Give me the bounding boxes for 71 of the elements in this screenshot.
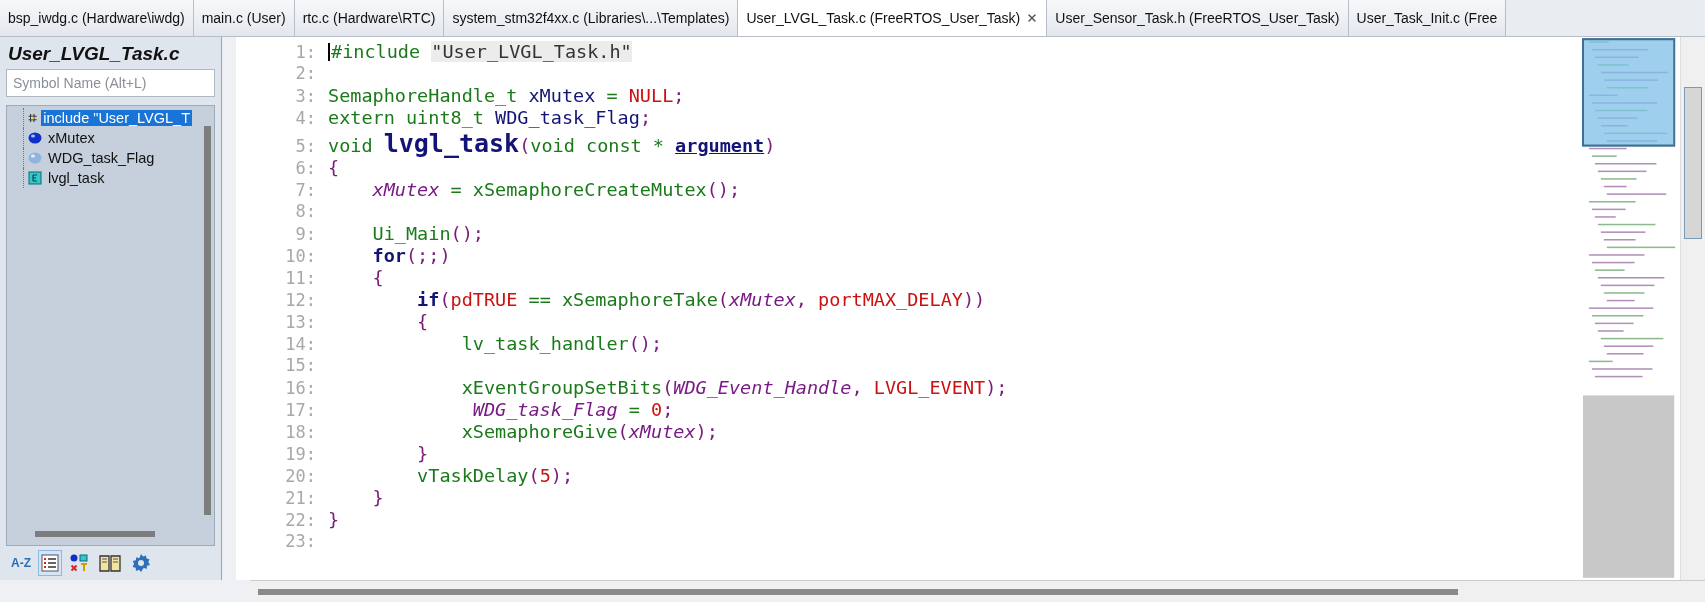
- line-number: 10:: [284, 246, 317, 266]
- line-number: 16:: [284, 378, 317, 398]
- code-line: xMutex = xSemaphoreCreateMutex();: [371, 179, 741, 200]
- line-number: 7:: [294, 180, 317, 200]
- sort-button[interactable]: A-Z: [8, 550, 34, 576]
- scrollbar-thumb[interactable]: [35, 531, 155, 537]
- line-number: 22:: [284, 510, 317, 530]
- tree-item[interactable]: include "User_LVGL_T: [41, 110, 192, 126]
- line-number: 18:: [284, 422, 317, 442]
- code-line: }: [328, 509, 340, 530]
- code-line: WDG_task_Flag = 0;: [471, 399, 674, 420]
- code-line: xSemaphoreGive(xMutex);: [460, 421, 718, 442]
- code-line: if(pdTRUE == xSemaphoreTake(xMutex, portMAX_DELAY)): [416, 289, 986, 310]
- line-number: 15:: [284, 355, 317, 375]
- panel-title: User_LVGL_Task.c: [7, 42, 181, 66]
- file-tab[interactable]: User_LVGL_Task.c (FreeRTOS_User_Task): [738, 0, 1048, 36]
- code-editor[interactable]: [236, 37, 1705, 580]
- tree-item[interactable]: WDG_task_Flag: [46, 150, 157, 166]
- toolbar-button[interactable]: [38, 550, 62, 576]
- line-number: 14:: [284, 334, 317, 354]
- line-number: 12:: [284, 290, 317, 310]
- line-number: 20:: [284, 466, 317, 486]
- code-line: Ui_Main();: [371, 223, 484, 244]
- scrollbar-thumb[interactable]: [204, 126, 211, 515]
- code-line: #include "User_LVGL_Task.h": [328, 41, 632, 62]
- code-line: {: [371, 267, 384, 288]
- settings-icon: [131, 553, 151, 573]
- file-tab[interactable]: system_stm32f4xx.c (Libraries\...\Templates): [444, 0, 739, 36]
- line-number: 19:: [284, 444, 317, 464]
- close-icon[interactable]: [1026, 12, 1039, 24]
- line-number: 5:: [294, 136, 317, 156]
- line-number: 13:: [284, 312, 317, 332]
- function-icon: [28, 171, 42, 185]
- code-line: {: [328, 157, 340, 178]
- line-number: 17:: [284, 400, 317, 420]
- tree-item[interactable]: xMutex: [46, 130, 97, 146]
- code-line: }: [416, 443, 429, 464]
- hash-icon: [28, 111, 38, 125]
- sphere-icon: [28, 151, 42, 165]
- line-number: 9:: [294, 224, 317, 244]
- line-number: 3:: [294, 86, 317, 106]
- code-line: }: [371, 487, 384, 508]
- line-number: 2:: [294, 63, 317, 83]
- line-number: 6:: [294, 158, 317, 178]
- variable-sphere-icon: [28, 131, 42, 145]
- code-line: lv_task_handler();: [460, 333, 663, 354]
- file-tab[interactable]: User_Task_Init.c (Free: [1348, 0, 1507, 36]
- file-tab[interactable]: User_Sensor_Task.h (FreeRTOS_User_Task): [1047, 0, 1349, 36]
- list-icon: [41, 554, 59, 572]
- code-line: for(;;): [371, 245, 451, 266]
- line-number: 21:: [284, 488, 317, 508]
- file-tab[interactable]: main.c (User): [193, 0, 295, 36]
- code-line: extern uint8_t WDG_task_Flag;: [328, 107, 651, 128]
- file-tab[interactable]: rtc.c (Hardware\RTC): [294, 0, 445, 36]
- scrollbar-thumb[interactable]: [1684, 87, 1702, 239]
- line-number: 11:: [284, 268, 317, 288]
- book-icon: [99, 554, 121, 572]
- search-field[interactable]: Symbol Name (Alt+L): [6, 69, 215, 97]
- line-number: 4:: [294, 108, 317, 128]
- line-number: 23:: [284, 531, 317, 551]
- symbols-icon: [69, 553, 89, 573]
- code-line: xEventGroupSetBits(WDG_Event_Handle, LVGL_EVENT);: [460, 377, 1008, 398]
- line-number: 1:: [294, 42, 317, 62]
- line-number: 8:: [294, 201, 317, 221]
- file-tab[interactable]: bsp_iwdg.c (Hardware\iwdg): [0, 0, 194, 36]
- code-line: {: [416, 311, 429, 332]
- tree-item[interactable]: lvgl_task: [46, 170, 107, 186]
- code-line: vTaskDelay(5);: [416, 465, 574, 486]
- code-line: SemaphoreHandle_t xMutex = NULL;: [328, 85, 685, 106]
- code-line: void lvgl_task(void const * argument): [328, 129, 776, 158]
- scrollbar-thumb[interactable]: [258, 588, 1458, 595]
